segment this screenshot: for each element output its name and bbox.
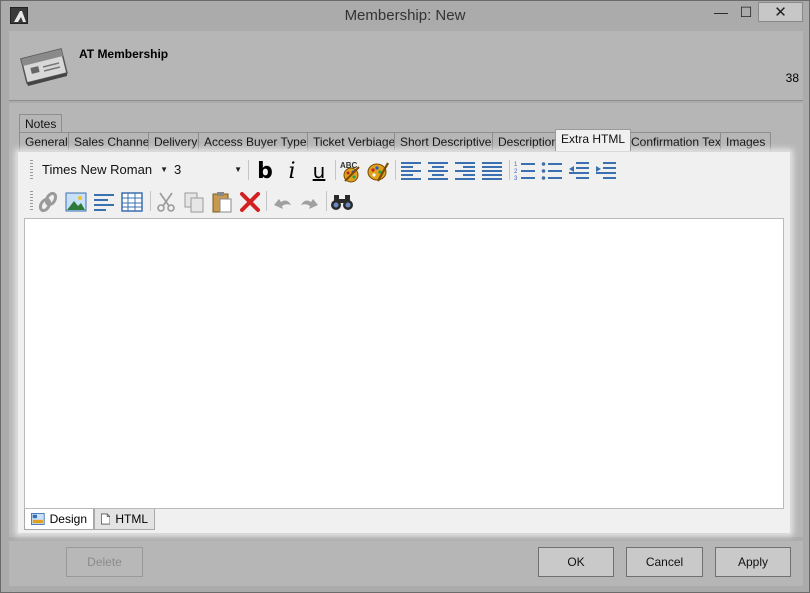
outdent-button[interactable] bbox=[567, 159, 591, 183]
tab-general[interactable]: General bbox=[19, 132, 74, 151]
tab-notes[interactable]: Notes bbox=[19, 114, 63, 133]
align-right-icon bbox=[455, 162, 475, 180]
font-size-select[interactable]: 3 ▼ bbox=[172, 160, 244, 180]
tab-sales-channel[interactable]: Sales Channel bbox=[68, 132, 159, 151]
palette-icon bbox=[367, 162, 389, 182]
toolbar-separator bbox=[266, 191, 267, 211]
numbered-list-icon: 123 bbox=[514, 162, 535, 182]
membership-card-icon bbox=[17, 45, 71, 87]
redo-button[interactable] bbox=[298, 190, 322, 214]
toolbar-separator bbox=[326, 191, 327, 211]
membership-id: 38 bbox=[785, 71, 799, 85]
cancel-button[interactable]: Cancel bbox=[626, 547, 703, 577]
align-left-icon bbox=[401, 162, 421, 180]
tab-access-buyer-types[interactable]: Access Buyer Types bbox=[198, 132, 319, 151]
record-header: AT Membership 38 bbox=[9, 31, 803, 101]
numbered-list-button[interactable]: 123 bbox=[513, 159, 537, 183]
close-button[interactable]: ✕ bbox=[758, 2, 803, 22]
toolbar-separator bbox=[150, 191, 151, 211]
svg-text:2: 2 bbox=[514, 169, 518, 175]
svg-text:3: 3 bbox=[514, 176, 518, 182]
indent-icon bbox=[596, 162, 616, 179]
html-edit-area[interactable] bbox=[24, 218, 784, 509]
minimize-button[interactable]: — bbox=[707, 1, 735, 23]
formatting-toolbar: Times New Roman ▼ 3 ▼ b i u ABC 1 2 3 bbox=[26, 156, 636, 184]
ok-button[interactable]: OK bbox=[538, 547, 614, 577]
undo-button[interactable] bbox=[270, 190, 294, 214]
chevron-down-icon: ▼ bbox=[234, 165, 242, 174]
font-family-value: Times New Roman bbox=[42, 162, 153, 177]
cut-button[interactable] bbox=[154, 190, 178, 214]
table-icon bbox=[121, 192, 143, 212]
tab-images[interactable]: Images bbox=[720, 132, 772, 151]
insert-image-button[interactable] bbox=[64, 190, 88, 214]
apply-button[interactable]: Apply bbox=[715, 547, 791, 577]
horizontal-rule-button[interactable] bbox=[92, 190, 116, 214]
design-icon bbox=[31, 513, 45, 525]
toolbar-grip[interactable] bbox=[30, 191, 33, 211]
tab-extra-html[interactable]: Extra HTML bbox=[555, 129, 632, 151]
outdent-icon bbox=[569, 162, 589, 179]
window-title: Membership: New bbox=[344, 7, 466, 24]
font-size-value: 3 bbox=[174, 162, 182, 177]
find-button[interactable] bbox=[330, 190, 354, 214]
align-center-icon bbox=[428, 162, 448, 180]
tab-short-descriptives[interactable]: Short Descriptives bbox=[394, 132, 504, 151]
binoculars-icon bbox=[331, 195, 353, 210]
align-center-button[interactable] bbox=[426, 159, 450, 183]
membership-window: Membership: New — ☐ ✕ AT Membership 38 N… bbox=[0, 0, 810, 593]
tab-delivery[interactable]: Delivery bbox=[148, 132, 204, 151]
scissors-icon bbox=[157, 192, 175, 212]
align-left-button[interactable] bbox=[399, 159, 423, 183]
delete-content-button[interactable] bbox=[238, 190, 262, 214]
design-mode-tab[interactable]: Design bbox=[24, 509, 94, 530]
design-mode-label: Design bbox=[49, 512, 87, 526]
maximize-button[interactable]: ☐ bbox=[735, 1, 757, 23]
color-palette-button[interactable] bbox=[366, 159, 390, 183]
html-mode-tab[interactable]: HTML bbox=[94, 509, 155, 530]
italic-button[interactable]: i bbox=[280, 159, 304, 184]
toolbar-separator bbox=[509, 160, 510, 180]
delete-icon bbox=[240, 192, 260, 212]
align-justify-icon bbox=[482, 162, 502, 180]
toolbar-separator bbox=[395, 160, 396, 180]
link-icon bbox=[38, 191, 58, 213]
paste-icon bbox=[212, 192, 232, 213]
align-right-button[interactable] bbox=[453, 159, 477, 183]
insert-toolbar bbox=[26, 187, 376, 215]
delete-button[interactable]: Delete bbox=[66, 547, 143, 577]
tab-description[interactable]: Description bbox=[492, 132, 565, 151]
svg-text:1: 1 bbox=[514, 162, 518, 168]
tab-confirmation-text[interactable]: Confirmation Text bbox=[625, 132, 731, 151]
undo-icon bbox=[274, 199, 291, 209]
document-icon bbox=[101, 513, 111, 525]
bullet-list-button[interactable] bbox=[540, 159, 564, 183]
insert-link-button[interactable] bbox=[36, 190, 60, 214]
membership-name: AT Membership bbox=[79, 47, 169, 61]
copy-button[interactable] bbox=[182, 190, 206, 214]
font-family-select[interactable]: Times New Roman ▼ bbox=[40, 160, 170, 180]
copy-icon bbox=[184, 192, 204, 213]
redo-icon bbox=[301, 199, 318, 209]
html-editor: Times New Roman ▼ 3 ▼ b i u ABC 1 2 3 De… bbox=[17, 151, 791, 534]
spellcheck-button[interactable]: ABC bbox=[339, 159, 363, 183]
indent-button[interactable] bbox=[594, 159, 618, 183]
tab-ticket-verbiage[interactable]: Ticket Verbiage bbox=[307, 132, 402, 151]
paragraph-icon bbox=[94, 194, 114, 211]
bold-button[interactable]: b bbox=[253, 159, 277, 184]
justify-button[interactable] bbox=[480, 159, 504, 183]
toolbar-separator bbox=[248, 160, 249, 180]
toolbar-grip[interactable] bbox=[30, 160, 33, 180]
bullet-list-icon bbox=[541, 162, 562, 180]
chevron-down-icon: ▼ bbox=[160, 165, 168, 174]
underline-button[interactable]: u bbox=[307, 159, 331, 183]
dialog-footer: Delete OK Cancel Apply bbox=[9, 541, 803, 586]
insert-table-button[interactable] bbox=[120, 190, 144, 214]
paste-button[interactable] bbox=[210, 190, 234, 214]
toolbar-separator bbox=[335, 160, 336, 180]
html-mode-label: HTML bbox=[115, 512, 148, 526]
image-icon bbox=[65, 192, 87, 212]
spellcheck-icon: ABC bbox=[340, 161, 360, 183]
title-bar: Membership: New — ☐ ✕ bbox=[1, 1, 809, 31]
